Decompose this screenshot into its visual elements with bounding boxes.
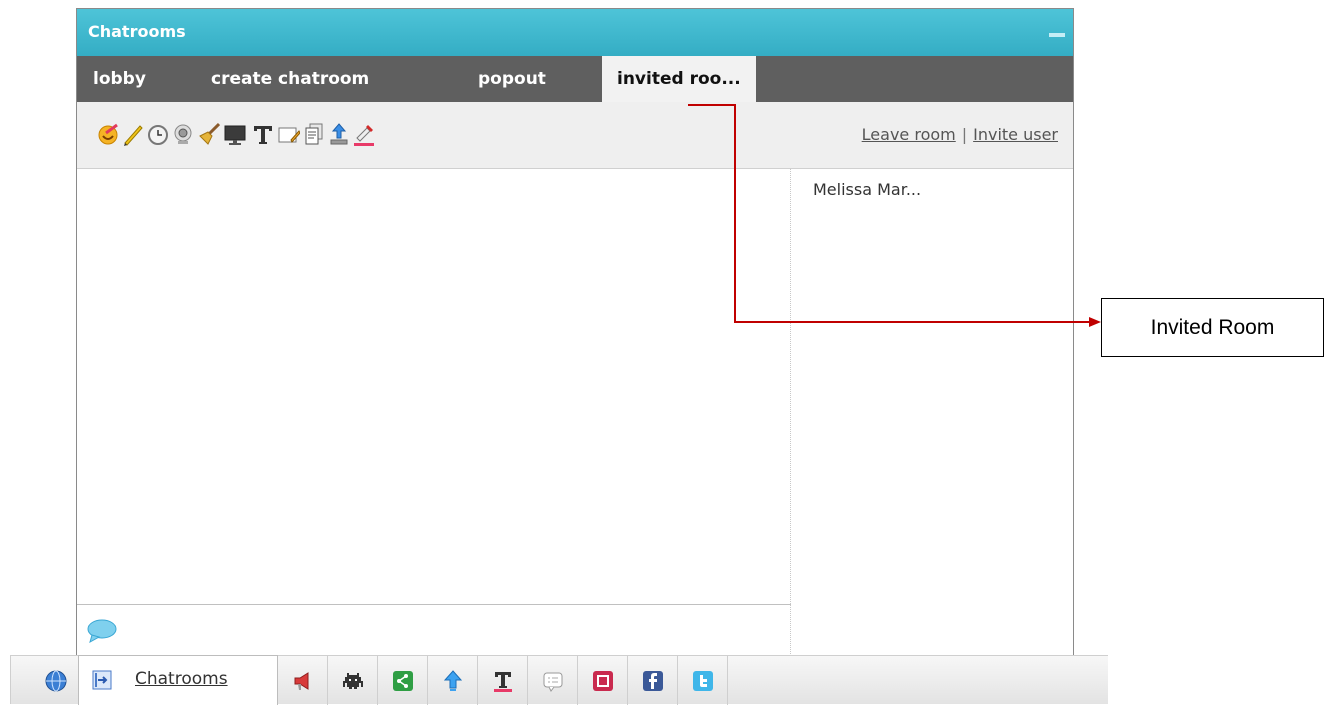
annotation-callout: Invited Room (1101, 298, 1324, 357)
